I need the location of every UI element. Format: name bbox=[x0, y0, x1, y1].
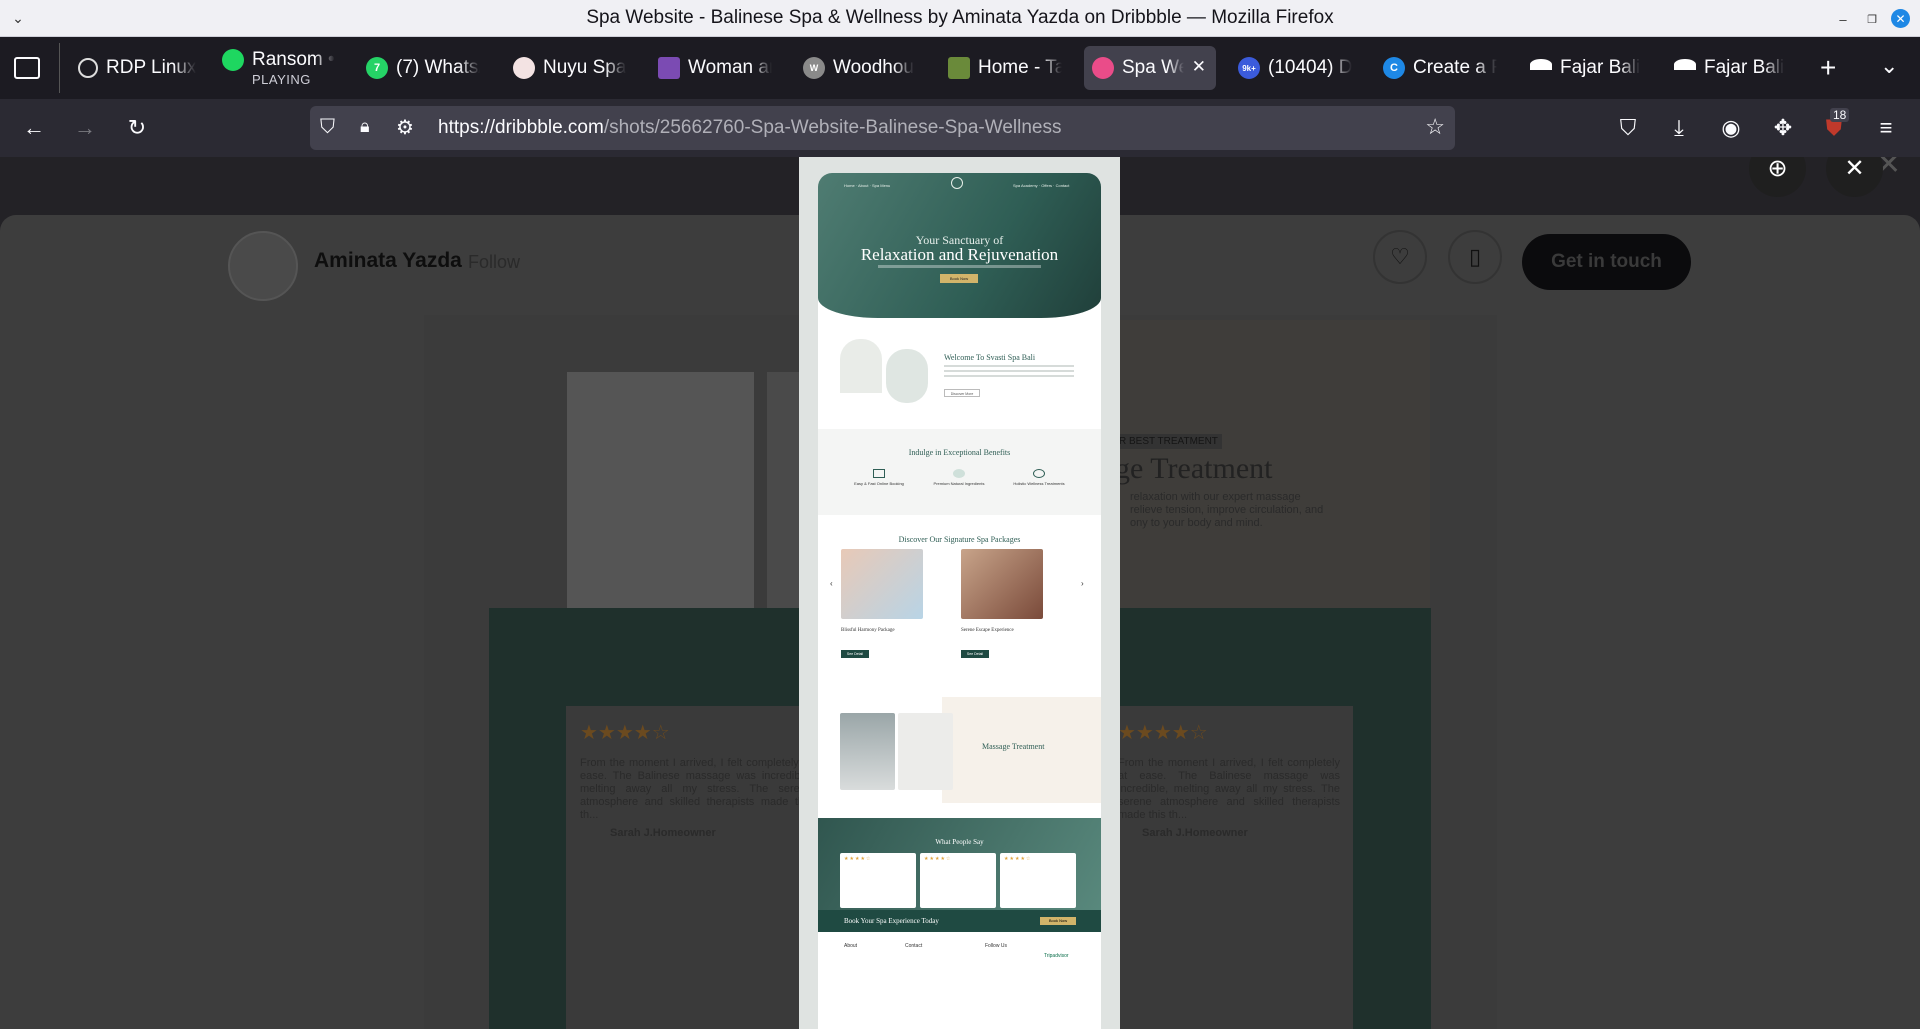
tab-spa-website-active[interactable]: Spa We ✕ bbox=[1084, 46, 1216, 90]
bg-reviewer: Sarah J.Homeowner bbox=[610, 827, 716, 839]
book-heading: Book Your Spa Experience Today bbox=[844, 917, 939, 925]
get-in-touch-button[interactable]: Get in touch bbox=[1522, 234, 1691, 290]
url-text[interactable]: https://dribbble.com/shots/25662760-Spa-… bbox=[438, 117, 1061, 139]
tab-woman[interactable]: Woman ar bbox=[650, 46, 780, 90]
bookmark-star-icon[interactable]: ☆ bbox=[1425, 114, 1445, 140]
bg-reviewer: Sarah J.Homeowner bbox=[1142, 827, 1248, 839]
tab-bar: RDP Linux Ransom • PLAYING 7 (7) Whats/ … bbox=[0, 37, 1920, 99]
chevron-down-icon[interactable]: ⌄ bbox=[8, 8, 28, 28]
minimize-icon[interactable]: – bbox=[1833, 9, 1853, 29]
reload-icon[interactable]: ↻ bbox=[119, 110, 155, 146]
welcome-heading: Welcome To Svasti Spa Bali bbox=[944, 353, 1036, 362]
bg-review-card bbox=[1110, 706, 1353, 1029]
avatar[interactable] bbox=[228, 231, 298, 301]
whatsapp-icon: 7 bbox=[366, 57, 388, 79]
discover-button: Discover More bbox=[944, 389, 980, 397]
tab-fajar-bali-1[interactable]: Fajar Bali bbox=[1522, 46, 1652, 90]
carousel-prev-icon: ‹ bbox=[830, 579, 833, 588]
tripadvisor-logo: Tripadvisor bbox=[1044, 953, 1069, 959]
site-icon bbox=[1674, 58, 1696, 70]
star-rating: ★★★★☆ bbox=[1118, 722, 1208, 744]
window-titlebar: ⌄ Spa Website - Balinese Spa & Wellness … bbox=[0, 0, 1920, 37]
hero-book-button: Book Now bbox=[940, 274, 978, 283]
downloads-icon[interactable]: ⤓ bbox=[1661, 110, 1697, 146]
testimonials-heading: What People Say bbox=[935, 838, 984, 846]
tab-youtube[interactable]: 9k+ (10404) D bbox=[1230, 46, 1360, 90]
account-icon[interactable]: ◉ bbox=[1713, 110, 1749, 146]
benefits-heading: Indulge in Exceptional Benefits bbox=[908, 448, 1011, 457]
bg-paragraph: relaxation with our expert massage relie… bbox=[1130, 491, 1324, 529]
close-icon[interactable]: ✕ bbox=[1826, 157, 1883, 197]
tab-spotify[interactable]: Ransom • PLAYING bbox=[214, 46, 344, 90]
follow-link[interactable]: Follow bbox=[468, 252, 520, 273]
tab-overview-icon[interactable] bbox=[14, 57, 40, 79]
window-title: Spa Website - Balinese Spa & Wellness by… bbox=[586, 7, 1334, 28]
bg-photo bbox=[567, 372, 754, 625]
bg-tag: R BEST TREATMENT bbox=[1115, 434, 1222, 449]
new-tab-icon[interactable]: + bbox=[1820, 52, 1836, 84]
like-button[interactable]: ♡ bbox=[1373, 230, 1427, 284]
tab-home[interactable]: Home - Ta bbox=[940, 46, 1070, 90]
hero-line-2: Relaxation and Rejuvenation bbox=[860, 245, 1059, 264]
site-icon bbox=[513, 57, 535, 79]
spa-website-mockup: Home · About · Spa Menu Spa Academy · Of… bbox=[818, 173, 1101, 1029]
leaf-icon bbox=[953, 469, 965, 478]
app-menu-icon[interactable]: ≡ bbox=[1868, 110, 1904, 146]
tab-rdp-linux[interactable]: RDP Linux bbox=[70, 46, 204, 90]
lotus-icon bbox=[1033, 469, 1045, 478]
pocket-icon[interactable]: ⛉ bbox=[1610, 110, 1646, 146]
carousel-next-icon: › bbox=[1081, 579, 1084, 588]
bg-heading: ge Treatment bbox=[1115, 452, 1273, 485]
permissions-icon[interactable]: ⚙ bbox=[396, 115, 414, 140]
tab-nuyu-spa[interactable]: Nuyu Spa bbox=[505, 46, 635, 90]
site-icon: W bbox=[803, 57, 825, 79]
shield-icon[interactable]: ⛉ bbox=[320, 116, 335, 139]
hero-section: Home · About · Spa Menu Spa Academy · Of… bbox=[818, 173, 1101, 318]
back-icon[interactable]: ← bbox=[16, 110, 52, 146]
close-tab-icon[interactable]: ✕ bbox=[1192, 57, 1206, 77]
extensions-icon[interactable]: ✥ bbox=[1765, 110, 1801, 146]
dribbble-icon bbox=[1092, 57, 1114, 79]
tab-whatsapp[interactable]: 7 (7) Whats/ bbox=[358, 46, 488, 90]
lightbox-image: Home · About · Spa Menu Spa Academy · Of… bbox=[799, 157, 1120, 1029]
calendar-icon bbox=[873, 469, 885, 478]
list-tabs-icon[interactable]: ⌄ bbox=[1880, 53, 1898, 79]
tab-woodhouse[interactable]: W Woodhou bbox=[795, 46, 925, 90]
address-bar[interactable]: ⛉ 🔒︎ ⚙ https://dribbble.com/shots/256627… bbox=[310, 106, 1455, 150]
spotify-icon bbox=[222, 49, 244, 71]
page-content: ✕ Aminata Yazda Follow ♡ ▯ Get in touch … bbox=[0, 157, 1920, 1029]
logo-icon bbox=[951, 177, 963, 189]
bg-review-text: From the moment I arrived, I felt comple… bbox=[1118, 757, 1340, 821]
openai-icon bbox=[78, 58, 98, 78]
forward-icon[interactable]: → bbox=[67, 110, 103, 146]
site-icon: 9k+ bbox=[1238, 57, 1260, 79]
restore-icon[interactable]: ❐ bbox=[1862, 9, 1882, 29]
site-icon: C bbox=[1383, 57, 1405, 79]
star-rating: ★★★★☆ bbox=[580, 722, 670, 744]
extension-badge: 18 bbox=[1830, 108, 1850, 122]
zoom-in-icon[interactable]: ⊕ bbox=[1749, 157, 1806, 197]
site-icon bbox=[658, 57, 680, 79]
tab-create[interactable]: C Create a F bbox=[1375, 46, 1505, 90]
bg-review-card bbox=[566, 706, 821, 1029]
bg-review-text: From the moment I arrived, I felt comple… bbox=[580, 757, 812, 821]
packages-heading: Discover Our Signature Spa Packages bbox=[898, 535, 1021, 544]
author-name[interactable]: Aminata Yazda bbox=[314, 249, 462, 273]
site-icon bbox=[948, 57, 970, 79]
site-icon bbox=[1530, 58, 1552, 70]
massage-heading: Massage Treatment bbox=[982, 742, 1045, 751]
close-window-icon[interactable]: ✕ bbox=[1891, 9, 1910, 28]
save-button[interactable]: ▯ bbox=[1448, 230, 1502, 284]
tab-fajar-bali-2[interactable]: Fajar Bali bbox=[1666, 46, 1796, 90]
lock-icon[interactable]: 🔒︎ bbox=[360, 116, 370, 137]
